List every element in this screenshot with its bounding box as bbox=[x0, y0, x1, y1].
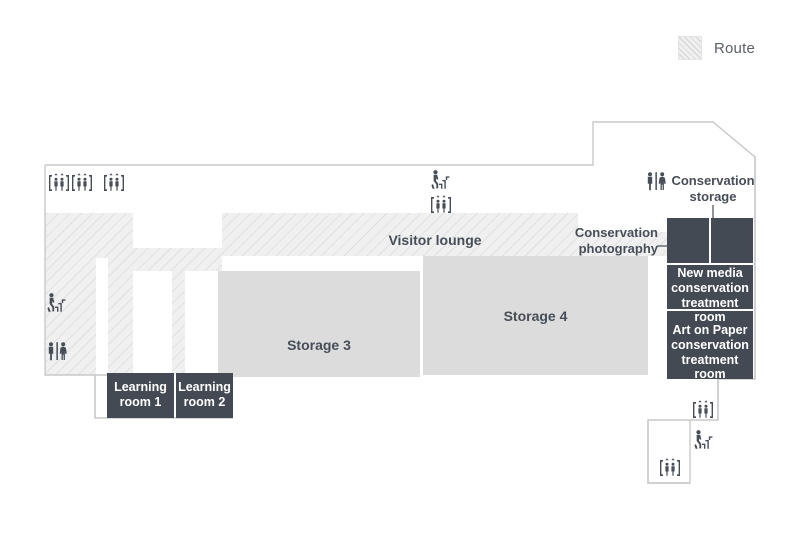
floor-plan-map: Route Learning room 1 Learning room 2 St… bbox=[0, 0, 799, 558]
room-conservation-storage-block bbox=[711, 218, 753, 263]
room-learning-room-2 bbox=[176, 373, 233, 418]
light-rooms bbox=[218, 256, 648, 377]
legend: Route bbox=[677, 36, 755, 60]
legend-route-swatch bbox=[677, 36, 702, 60]
lift-icon bbox=[70, 172, 94, 194]
toilets-icon bbox=[644, 171, 668, 191]
room-storage-4 bbox=[423, 256, 648, 375]
callout-line-1: Conservation bbox=[574, 225, 658, 240]
lift-icon bbox=[691, 399, 715, 421]
legend-route-label: Route bbox=[713, 39, 755, 57]
stairs-icon bbox=[44, 292, 68, 314]
callout-conservation-photography: Conservation photography bbox=[558, 225, 658, 257]
stairs-icon bbox=[428, 169, 452, 191]
toilets-icon bbox=[45, 341, 69, 361]
room-art-on-paper-conservation-treatment bbox=[667, 311, 753, 379]
callout-visitor-lounge: Visitor lounge bbox=[388, 232, 482, 248]
lift-icon bbox=[658, 457, 682, 479]
room-new-media-conservation-treatment bbox=[667, 265, 753, 309]
lift-icon bbox=[429, 194, 453, 216]
stairs-icon bbox=[691, 429, 715, 451]
lift-icon bbox=[47, 172, 71, 194]
callout-conservation-storage: Conservation storage bbox=[663, 173, 763, 205]
room-storage-3 bbox=[218, 271, 420, 377]
lift-icon bbox=[102, 172, 126, 194]
room-conservation-photography-block bbox=[667, 218, 709, 263]
callout-line-1: Conservation bbox=[671, 173, 755, 188]
callout-line-2: storage bbox=[689, 188, 737, 204]
callout-line-2: photography bbox=[578, 240, 658, 256]
room-learning-room-1 bbox=[107, 373, 174, 418]
